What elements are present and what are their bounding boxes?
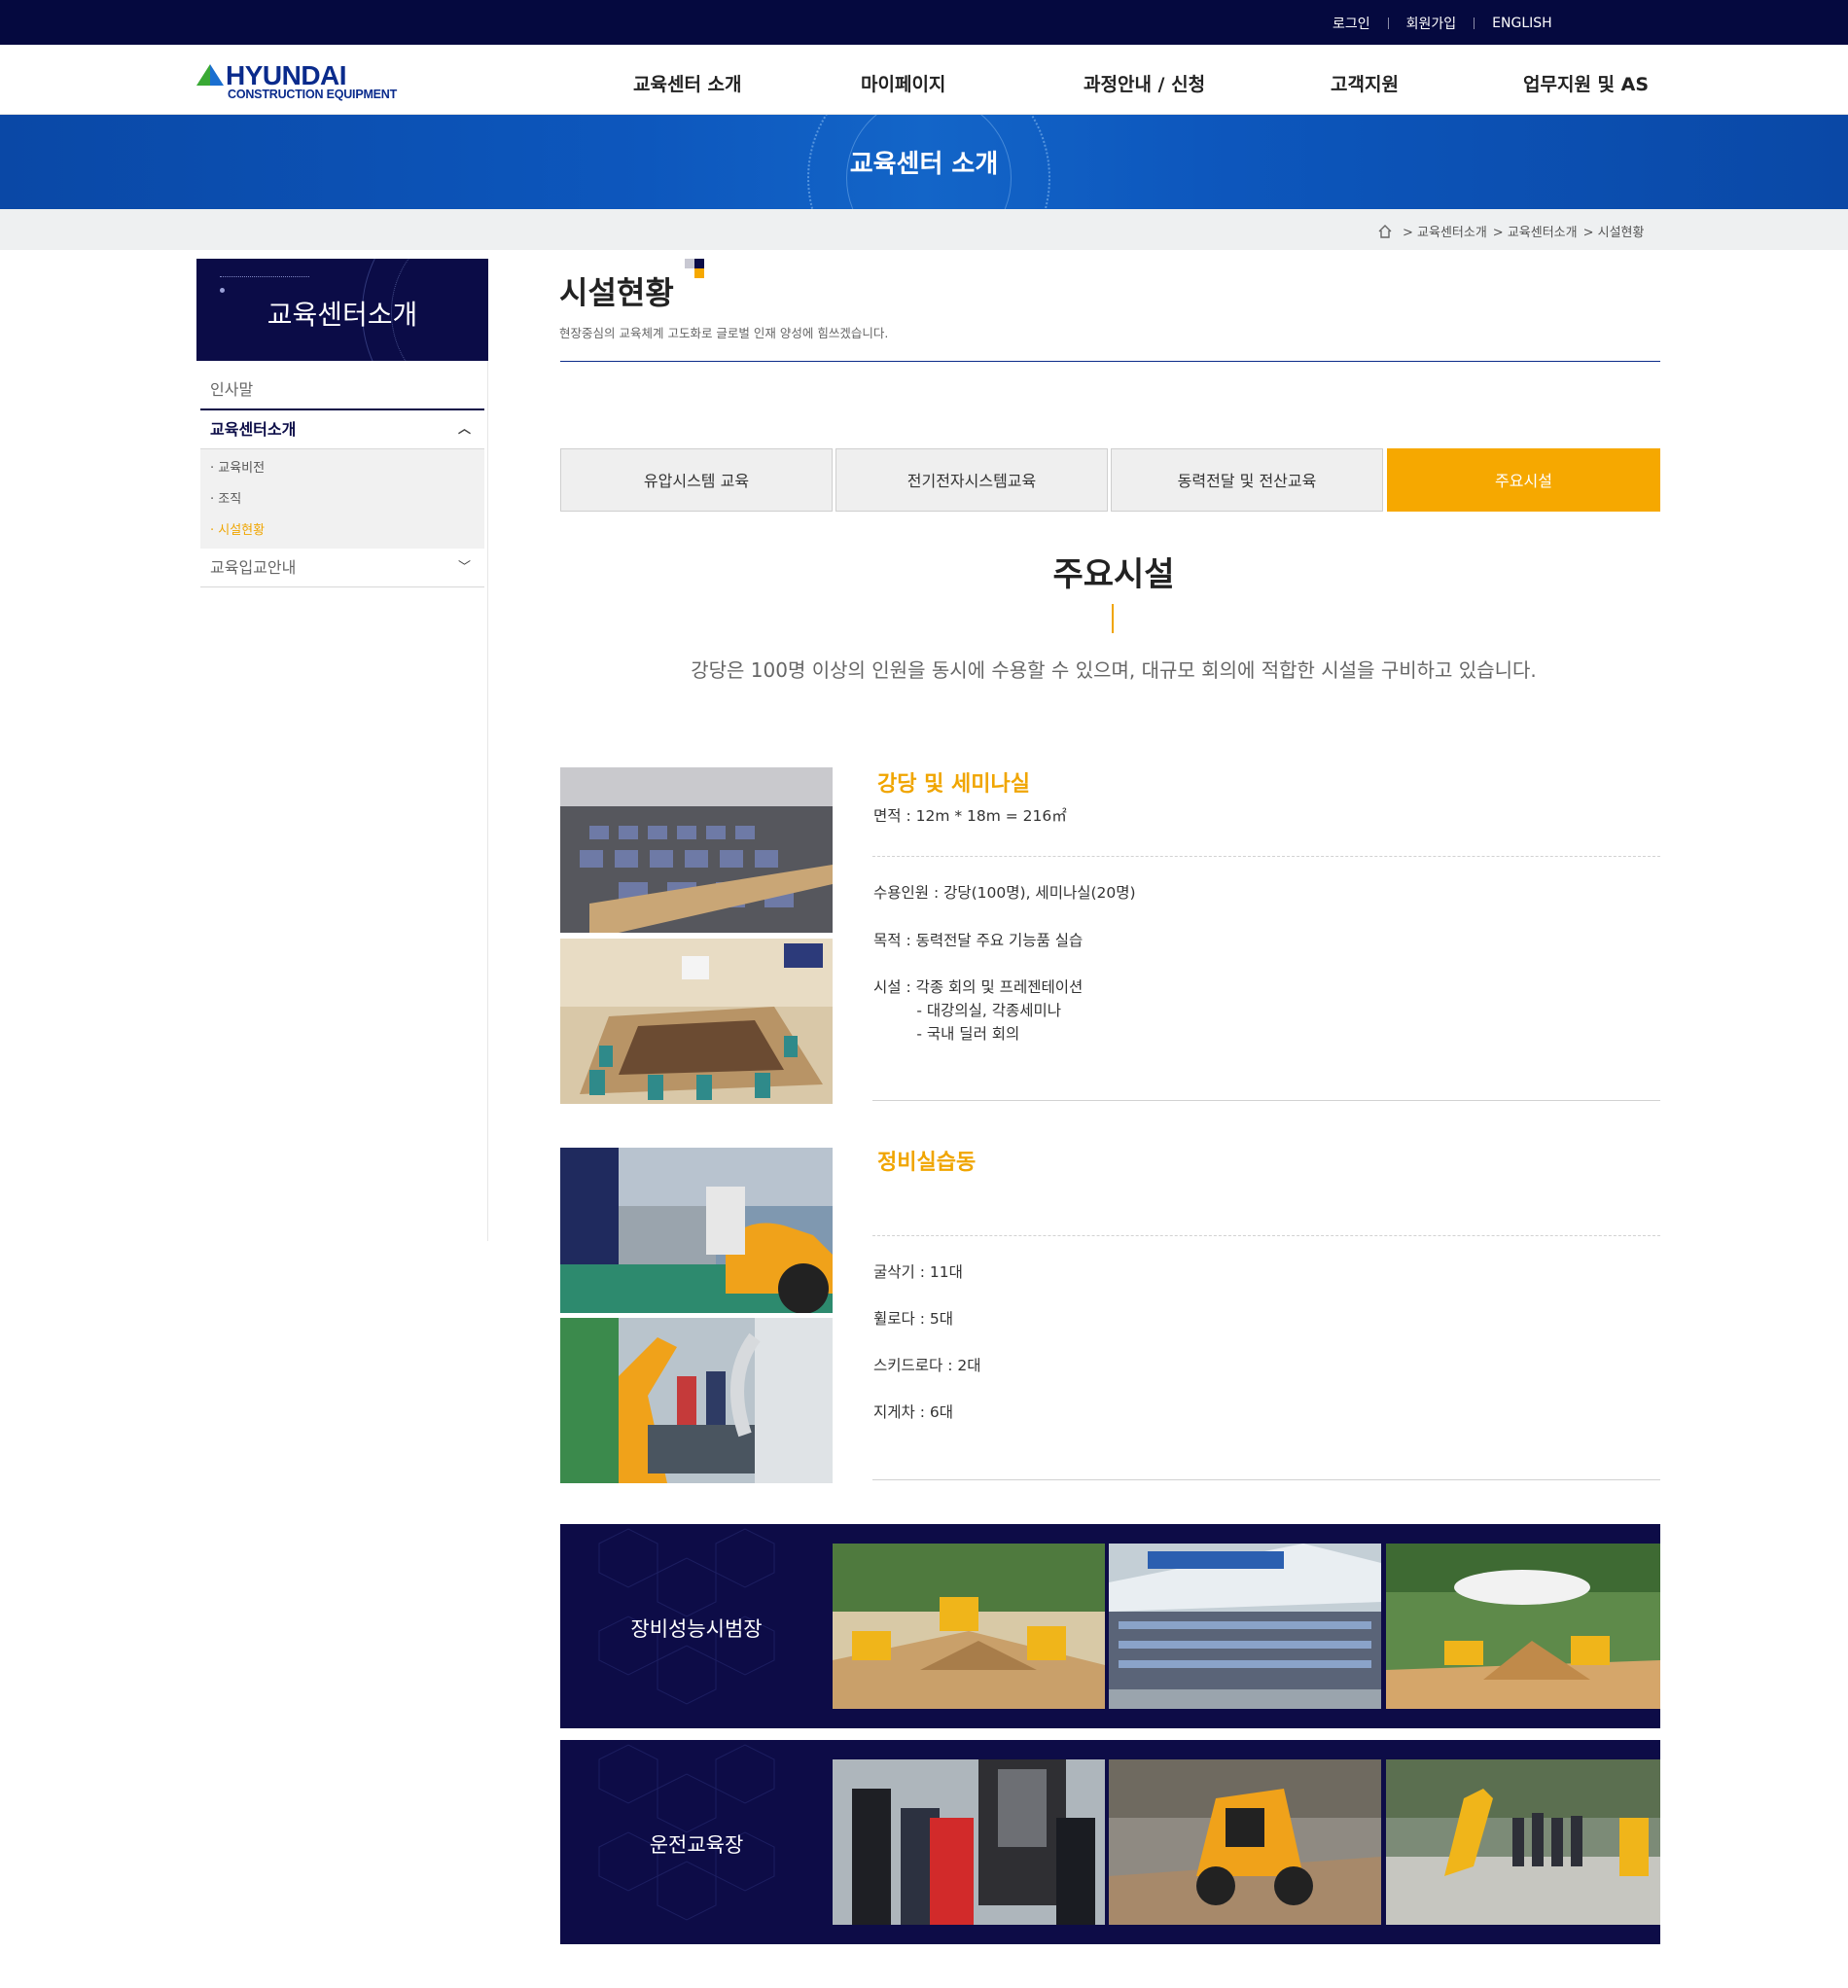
tab-electric[interactable]: 전기전자시스템교육: [835, 448, 1108, 512]
equipment-count: 휠로다 : 5대: [873, 1310, 953, 1328]
dashed-divider: [872, 1235, 1660, 1236]
breadcrumb-item: > 시설현황: [1582, 226, 1645, 240]
excavator-course-photo: [1386, 1759, 1660, 1925]
facility-tabs: 유압시스템 교육 전기전자시스템교육 동력전달 및 전산교육 주요시설: [560, 448, 1660, 512]
facility-capacity: 수용인원 : 강당(100명), 세미나실(20명): [873, 884, 1136, 902]
gnb-item-education-center[interactable]: 교육센터 소개: [633, 70, 742, 96]
solid-divider: [872, 1479, 1660, 1480]
demo-audience-photo: [1109, 1544, 1381, 1709]
dashed-divider: [872, 856, 1660, 857]
lnb-sub-item-facilities[interactable]: · 시설현황: [210, 519, 265, 538]
equipment-count: 굴삭기 : 11대: [873, 1263, 963, 1281]
strip-label: 장비성능시범장: [630, 1617, 763, 1641]
lnb-item-education-center[interactable]: 교육센터소개 ︿: [200, 408, 484, 449]
lnb-sub-item-organization[interactable]: · 조직: [210, 488, 241, 507]
tab-power-transmission[interactable]: 동력전달 및 전산교육: [1111, 448, 1383, 512]
demo-photo: [833, 1544, 1105, 1709]
home-icon[interactable]: [1377, 224, 1393, 239]
divider: [1387, 18, 1389, 29]
banner-title: 교육센터 소개: [849, 150, 999, 179]
lnb-divider: [487, 361, 488, 1241]
tab-main-facilities[interactable]: 주요시설: [1387, 448, 1660, 512]
section-title: 주요시설: [1052, 555, 1175, 594]
lnb-item-label: 인사말: [210, 380, 254, 399]
chevron-up-icon[interactable]: ︿: [458, 410, 471, 449]
facility-title: 정비실습동: [877, 1151, 977, 1175]
breadcrumb-bar: > 교육센터소개 > 교육센터소개 > 시설현황: [0, 209, 1848, 250]
section-description: 강당은 100명 이상의 인원을 동시에 수용할 수 있으며, 대규모 회의에 …: [691, 658, 1537, 682]
workshop-photo: [560, 1148, 833, 1313]
lnb-item-greeting[interactable]: 인사말: [200, 371, 484, 409]
seminar-room-photo: [560, 939, 833, 1104]
gnb-item-course[interactable]: 과정안내 / 신청: [1084, 70, 1205, 96]
login-link[interactable]: 로그인: [1333, 14, 1370, 33]
gnb-item-mypage[interactable]: 마이페이지: [861, 70, 945, 96]
facility-equipment: 시설 : 각종 회의 및 프레젠테이션 - 대강의실, 각종세미나 - 국내 딜…: [873, 978, 1084, 1043]
breadcrumb-item[interactable]: > 교육센터소개: [1403, 222, 1487, 240]
lnb-item-label: 교육센터소개: [210, 420, 297, 439]
breadcrumb-item[interactable]: > 교육센터소개: [1493, 222, 1578, 240]
title-decoration-icon: [685, 259, 706, 280]
join-link[interactable]: 회원가입: [1406, 14, 1457, 33]
lnb-title: 교육센터소개: [267, 299, 418, 331]
page-description: 현장중심의 교육체계 고도화로 글로벌 인재 양성에 힘쓰겠습니다.: [559, 326, 889, 340]
demo-airship-photo: [1386, 1544, 1660, 1709]
solid-divider: [872, 1100, 1660, 1101]
page-title: 시설현황: [559, 274, 674, 311]
equipment-count: 지게차 : 6대: [873, 1403, 953, 1421]
breadcrumb: > 교육센터소개 > 교육센터소개 > 시설현황: [1377, 222, 1650, 240]
gnb-item-support[interactable]: 고객지원: [1331, 70, 1399, 96]
page-banner: 교육센터 소개: [0, 115, 1848, 209]
driving-course-strip: 운전교육장: [560, 1740, 1660, 1944]
section-title-bar: [1112, 604, 1114, 633]
lnb-header: 교육센터소개: [196, 259, 488, 361]
divider: [1474, 18, 1475, 29]
tab-hydraulic[interactable]: 유압시스템 교육: [560, 448, 833, 512]
lnb-decoration: [220, 288, 225, 293]
gnb-item-business-as[interactable]: 업무지원 및 AS: [1523, 70, 1649, 96]
forklift-training-photo: [833, 1759, 1105, 1925]
facility-purpose: 목적 : 동력전달 주요 기능품 실습: [873, 932, 1084, 949]
global-nav: 교육센터 소개 마이페이지 과정안내 / 신청 고객지원 업무지원 및 AS: [0, 70, 1848, 99]
workshop-training-photo: [560, 1318, 833, 1483]
title-underline: [560, 361, 1660, 362]
facility-title: 강당 및 세미나실: [877, 772, 1030, 797]
demo-ground-strip: 장비성능시범장: [560, 1524, 1660, 1728]
facility-area: 면적 : 12m * 18m = 216㎡: [873, 807, 1067, 825]
lnb-sub-item-vision[interactable]: · 교육비전: [210, 457, 265, 476]
lnb-decoration: [220, 276, 309, 277]
equipment-count: 스키드로다 : 2대: [873, 1357, 981, 1374]
header: HYUNDAI CONSTRUCTION EQUIPMENT 교육센터 소개 마…: [0, 45, 1848, 115]
strip-label: 운전교육장: [649, 1833, 744, 1857]
lnb-submenu: · 교육비전 · 조직 · 시설현황: [200, 449, 484, 549]
auditorium-photo: [560, 767, 833, 933]
skid-loader-photo: [1109, 1759, 1381, 1925]
top-utility-bar: 로그인 회원가입 ENGLISH: [0, 0, 1848, 45]
english-link[interactable]: ENGLISH: [1492, 16, 1552, 31]
utility-links: 로그인 회원가입 ENGLISH: [1333, 14, 1552, 33]
